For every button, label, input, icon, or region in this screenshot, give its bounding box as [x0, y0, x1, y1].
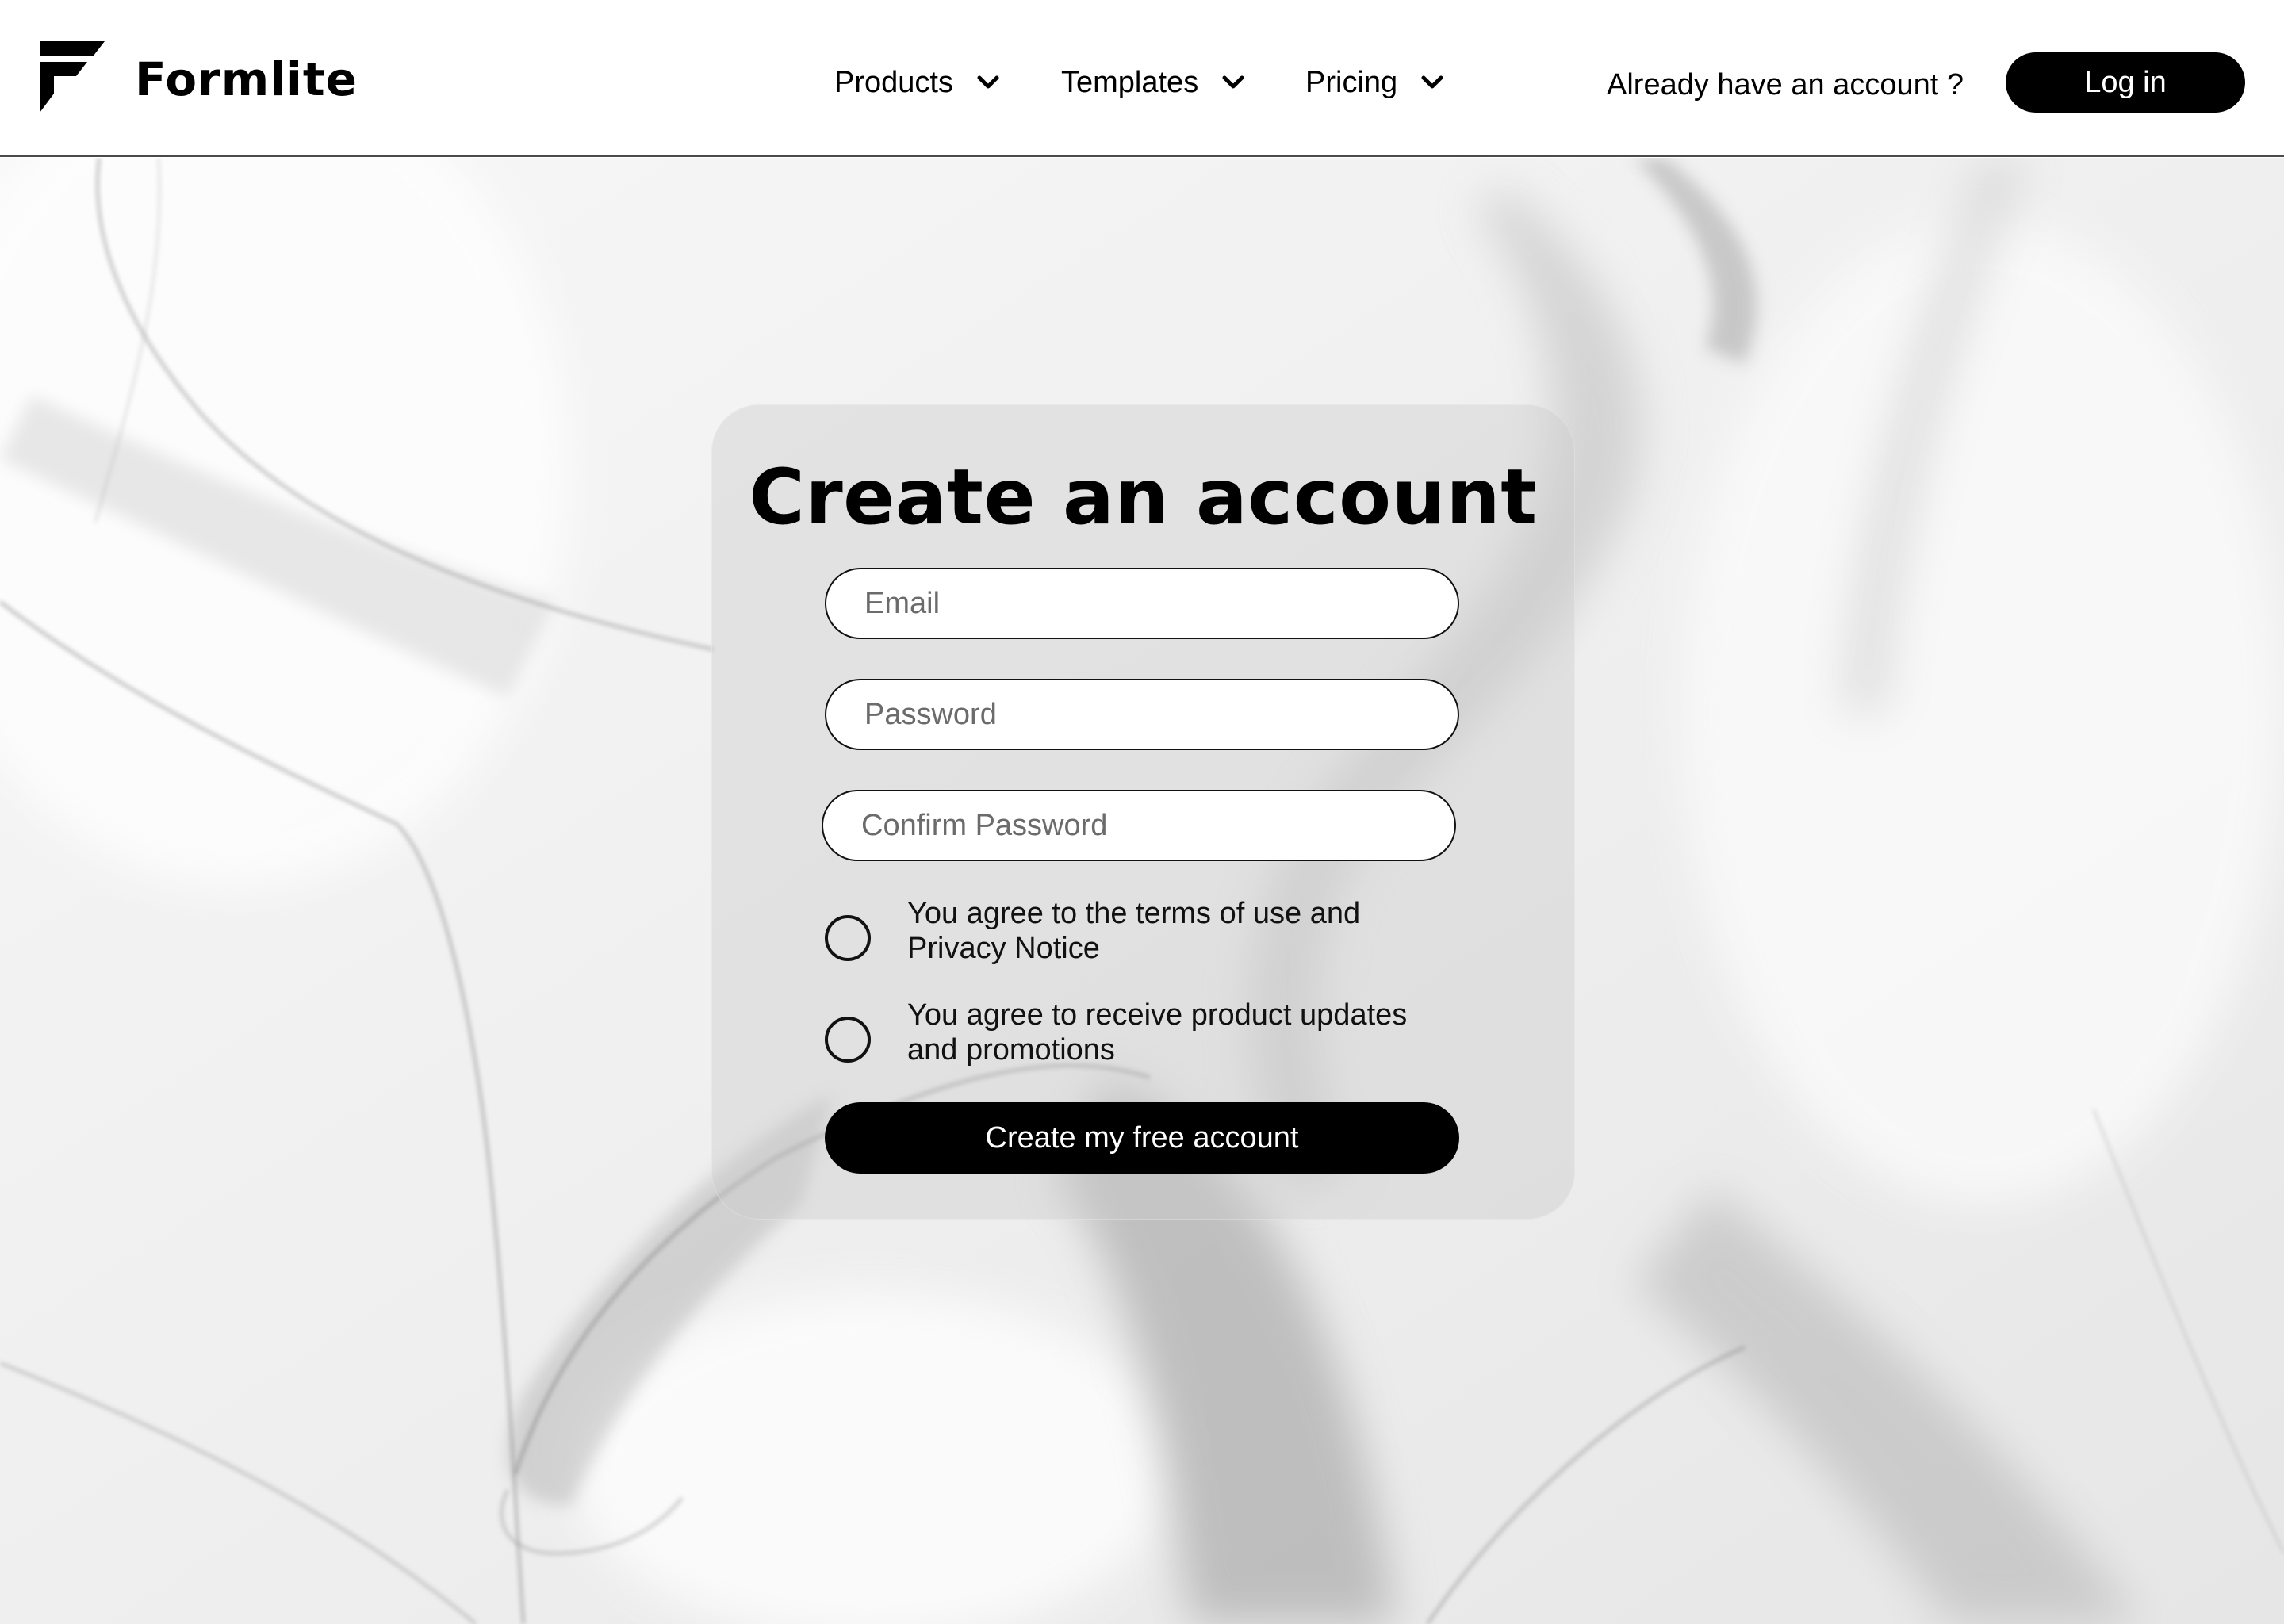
email-field[interactable] — [825, 568, 1459, 639]
radio-circle-icon[interactable] — [825, 1017, 871, 1063]
nav-products-label: Products — [834, 66, 953, 99]
chevron-down-icon — [977, 75, 999, 89]
signup-form-card: Create an account You agree to the terms… — [711, 404, 1575, 1220]
already-have-account-text: Already have an account ? — [1607, 68, 1964, 102]
promotions-consent-label: You agree to receive product updates and… — [907, 998, 1408, 1067]
nav-templates-dropdown[interactable]: Templates — [1061, 57, 1244, 108]
radio-circle-icon[interactable] — [825, 915, 871, 961]
create-account-button[interactable]: Create my free account — [825, 1102, 1459, 1174]
nav-products-dropdown[interactable]: Products — [834, 57, 999, 108]
chevron-down-icon — [1222, 75, 1244, 89]
form-title: Create an account — [749, 453, 1538, 542]
nav-templates-label: Templates — [1061, 66, 1199, 99]
password-field[interactable] — [825, 679, 1459, 750]
brand-name[interactable]: Formlite — [135, 49, 358, 109]
nav-pricing-dropdown[interactable]: Pricing — [1305, 57, 1443, 108]
terms-consent-option[interactable]: You agree to the terms of use and Privac… — [825, 896, 1459, 966]
login-button[interactable]: Log in — [2006, 52, 2245, 113]
signup-page: Formlite Products Templates Pricing Alre… — [0, 0, 2284, 1624]
formlite-logo-icon[interactable] — [38, 38, 105, 114]
chevron-down-icon — [1421, 75, 1443, 89]
terms-consent-label: You agree to the terms of use and Privac… — [907, 897, 1361, 965]
confirm-password-field[interactable] — [822, 790, 1456, 861]
top-navigation-bar: Formlite Products Templates Pricing Alre… — [0, 0, 2284, 157]
nav-pricing-label: Pricing — [1305, 66, 1398, 99]
promotions-consent-option[interactable]: You agree to receive product updates and… — [825, 998, 1459, 1067]
